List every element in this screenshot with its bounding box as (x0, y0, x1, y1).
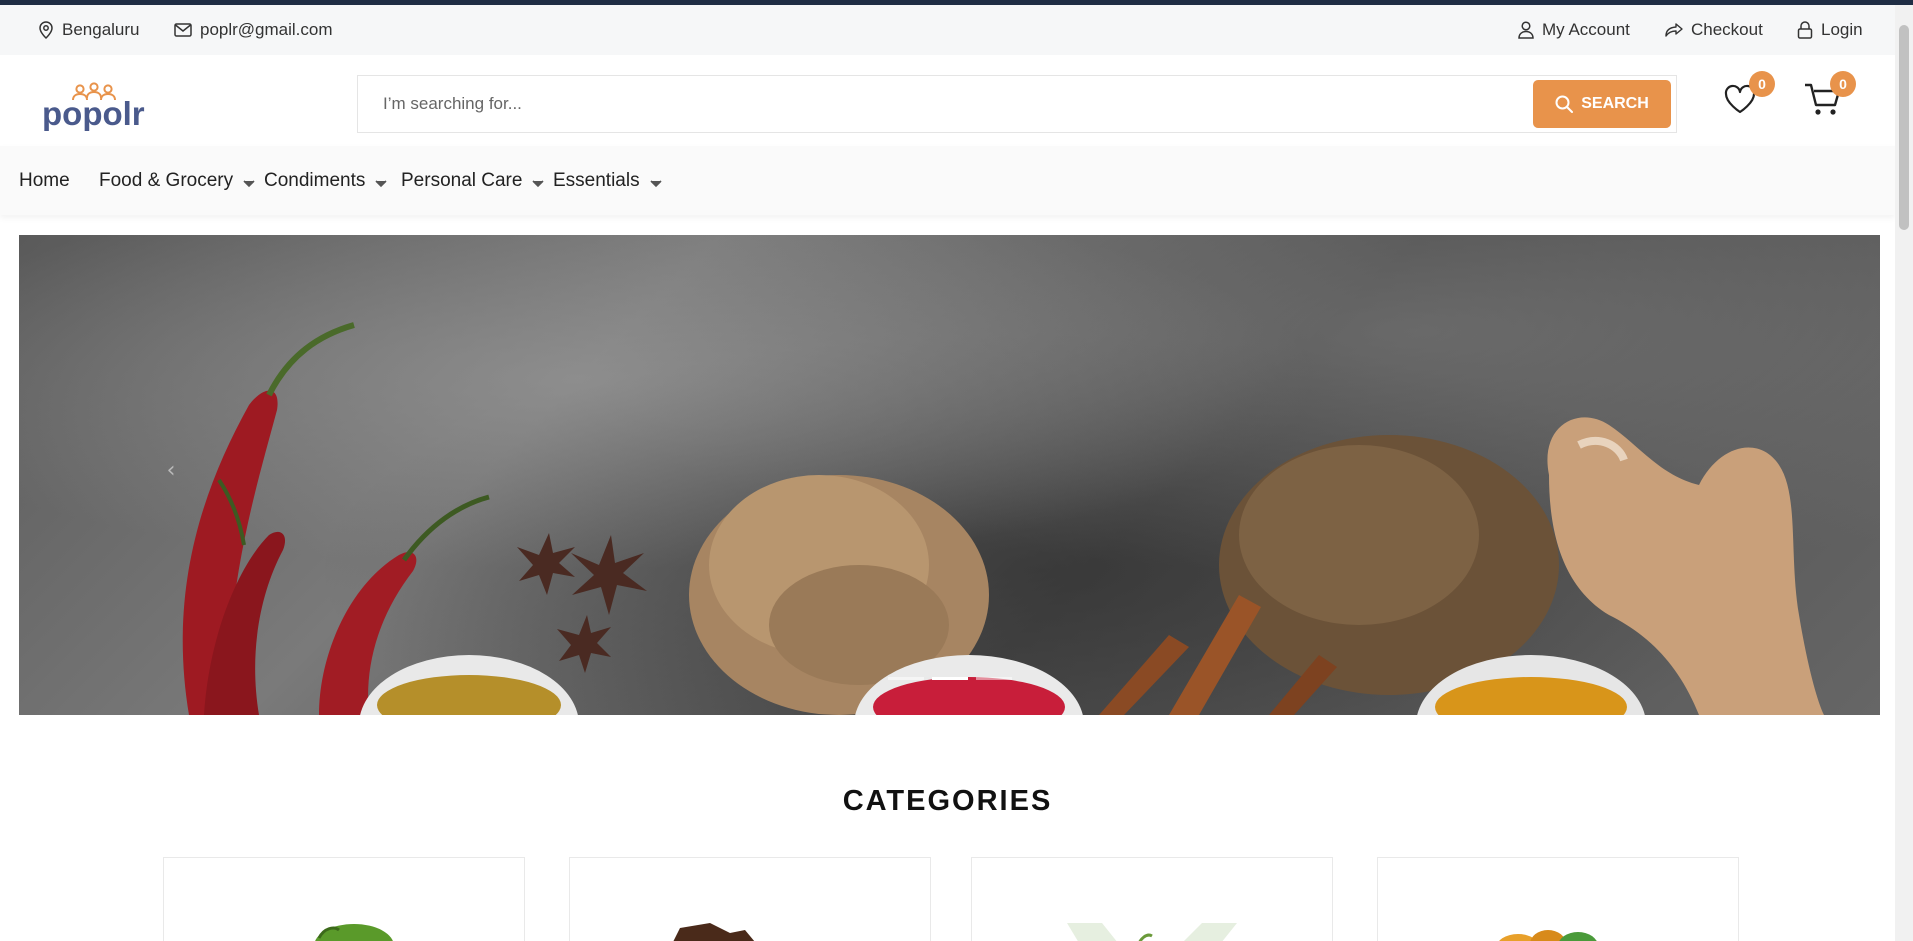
top-info-bar: Bengaluru poplr@gmail.com My Account Che… (0, 5, 1895, 55)
hero-banner[interactable]: ‹ (19, 235, 1880, 715)
slider-prev-arrow[interactable]: ‹ (151, 450, 191, 490)
nav-item-label: Essentials (553, 169, 640, 191)
email-info[interactable]: poplr@gmail.com (174, 5, 333, 55)
category-card[interactable] (1377, 857, 1739, 941)
category-image (1067, 923, 1237, 941)
location-text: Bengaluru (62, 20, 140, 39)
page-scrollbar[interactable] (1895, 5, 1913, 941)
chevron-down-icon (650, 179, 662, 187)
mail-icon (174, 23, 192, 37)
nav-item-condiments[interactable]: Condiments (264, 146, 387, 215)
nav-item-label: Home (19, 169, 70, 191)
nav-item-home[interactable]: Home (19, 146, 70, 215)
search-bar: SEARCH (357, 75, 1677, 133)
user-icon (1518, 21, 1534, 39)
site-header: popolr SEARCH 0 0 (0, 55, 1895, 146)
logo-people-icon: popolr (42, 82, 145, 132)
search-input[interactable] (358, 76, 1528, 132)
login-link[interactable]: Login (1797, 5, 1863, 55)
wishlist-count-badge: 0 (1749, 71, 1775, 97)
wishlist-button[interactable]: 0 (1723, 71, 1775, 119)
spices-banner-image (182, 322, 1824, 715)
chevron-down-icon (243, 179, 255, 187)
nav-item-food-grocery[interactable]: Food & Grocery (99, 146, 255, 215)
category-image (673, 923, 755, 941)
categories-heading: CATEGORIES (842, 785, 1053, 817)
search-button-label: SEARCH (1581, 95, 1649, 112)
share-arrow-icon (1665, 23, 1683, 37)
logo-text: popolr (42, 95, 145, 131)
cart-button[interactable]: 0 (1803, 71, 1856, 121)
slider-dot-active[interactable] (931, 677, 968, 680)
nav-item-label: Personal Care (401, 169, 523, 191)
slider-dot[interactable] (887, 677, 924, 680)
category-card[interactable] (163, 857, 525, 941)
my-account-link[interactable]: My Account (1518, 5, 1630, 55)
my-account-label: My Account (1542, 20, 1630, 39)
search-icon (1555, 95, 1574, 113)
checkout-link[interactable]: Checkout (1665, 5, 1763, 55)
category-card[interactable] (569, 857, 931, 941)
location-pin-icon (39, 21, 53, 39)
site-logo[interactable]: popolr (42, 79, 146, 132)
search-button[interactable]: SEARCH (1533, 80, 1671, 128)
slider-pagination (19, 677, 1880, 680)
category-image (315, 924, 393, 941)
email-text: poplr@gmail.com (200, 20, 333, 39)
category-image (1498, 930, 1597, 941)
main-nav: Home Food & Grocery Condiments Personal … (0, 146, 1895, 215)
scrollbar-thumb[interactable] (1899, 25, 1909, 230)
lock-icon (1797, 21, 1813, 39)
chevron-down-icon (532, 179, 545, 187)
nav-item-label: Food & Grocery (99, 169, 234, 191)
nav-item-essentials[interactable]: Essentials (553, 146, 662, 215)
cart-count-badge: 0 (1830, 71, 1856, 97)
chevron-down-icon (375, 179, 387, 187)
nav-item-personal-care[interactable]: Personal Care (401, 146, 545, 215)
login-label: Login (1821, 20, 1863, 39)
checkout-label: Checkout (1691, 20, 1763, 39)
location-info: Bengaluru (38, 5, 140, 55)
nav-item-label: Condiments (264, 169, 366, 191)
category-card[interactable] (971, 857, 1333, 941)
slider-dot[interactable] (975, 677, 1012, 680)
